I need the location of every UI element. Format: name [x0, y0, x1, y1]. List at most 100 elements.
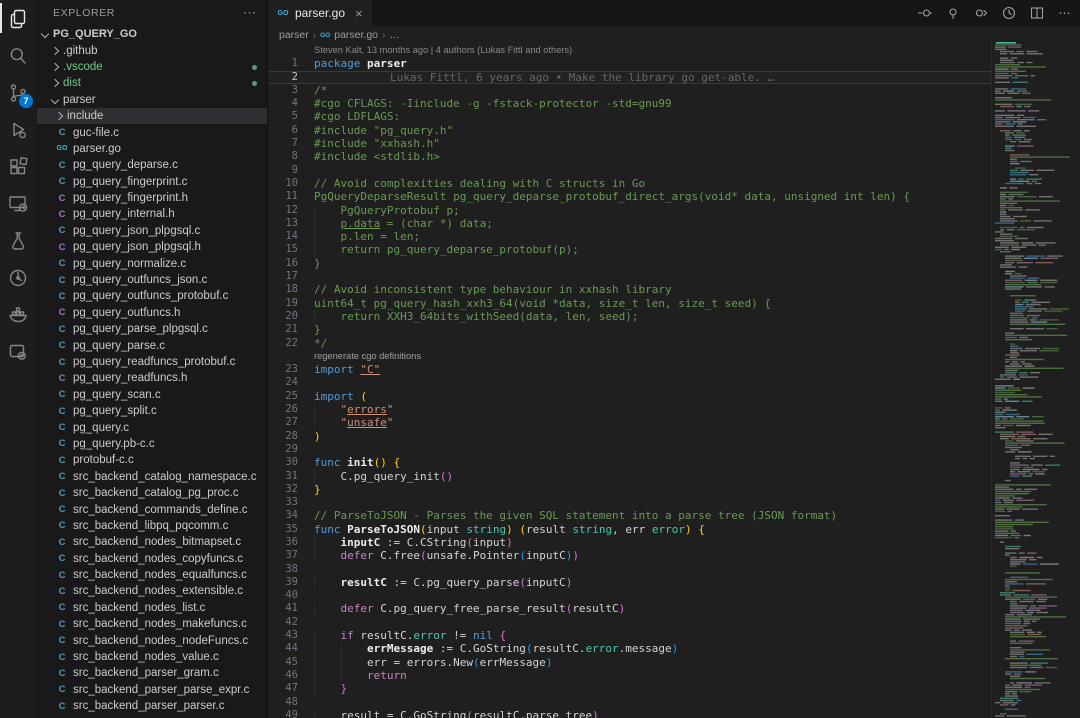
gitlens-graph-icon[interactable]	[944, 4, 962, 22]
tree-item-src-backend-nodes-value-c[interactable]: Csrc_backend_nodes_value.c	[37, 649, 267, 665]
remote-explorer-icon[interactable]	[0, 185, 36, 222]
tree-item-src-backend-parser-gram-c[interactable]: Csrc_backend_parser_gram.c	[37, 665, 267, 681]
code-line[interactable]: 40	[268, 589, 992, 602]
tree-item--vscode[interactable]: .vscode	[37, 59, 267, 75]
code-line[interactable]: 26 "errors"	[268, 403, 992, 416]
code-line[interactable]: 22*/	[268, 337, 992, 350]
code-line[interactable]: 16}	[268, 257, 992, 270]
code-line[interactable]: 29	[268, 443, 992, 456]
gitlens-compare-icon[interactable]	[916, 4, 934, 22]
code-line[interactable]: 19uint64_t pg_query_hash_xxh3_64(void *d…	[268, 297, 992, 310]
code-line[interactable]: 36 inputC := C.CString(input)	[268, 536, 992, 549]
code-line[interactable]: 3/*	[268, 84, 992, 97]
code-line[interactable]: 20 return XXH3_64bits_withSeed(data, len…	[268, 310, 992, 323]
tree-item-pg-query-parse-plpgsql-c[interactable]: Cpg_query_parse_plpgsql.c	[37, 321, 267, 337]
tree-item-pg-query-outfuncs-json-c[interactable]: Cpg_query_outfuncs_json.c	[37, 272, 267, 288]
code-line[interactable]: 6#include "pg_query.h"	[268, 124, 992, 137]
code-line[interactable]: 12 PgQueryProtobuf p;	[268, 204, 992, 217]
code-line[interactable]: 44 errMessage := C.GoString(resultC.erro…	[268, 642, 992, 655]
tree-item-pg-query-fingerprint-h[interactable]: Cpg_query_fingerprint.h	[37, 190, 267, 206]
breadcrumb-symbol[interactable]: …	[389, 29, 400, 41]
tree-item-guc-file-c[interactable]: Cguc-file.c	[37, 124, 267, 140]
tree-item-src-backend-nodes-equalfuncs-c[interactable]: Csrc_backend_nodes_equalfuncs.c	[37, 567, 267, 583]
tree-item-parser-go[interactable]: GOparser.go	[37, 141, 267, 157]
source-control-icon[interactable]: 7	[0, 74, 36, 111]
codelens[interactable]: regenerate cgo definitions	[268, 350, 992, 363]
tree-item-src-backend-nodes-nodefuncs-c[interactable]: Csrc_backend_nodes_nodeFuncs.c	[37, 632, 267, 648]
gitlens-commit-icon[interactable]	[972, 4, 990, 22]
tree-item-dist[interactable]: dist	[37, 75, 267, 91]
tree-item-pg-query-readfuncs-protobuf-c[interactable]: Cpg_query_readfuncs_protobuf.c	[37, 354, 267, 370]
tree-item-pg-query-internal-h[interactable]: Cpg_query_internal.h	[37, 206, 267, 222]
code-line[interactable]: 23import "C"	[268, 363, 992, 376]
code-line[interactable]: 2Lukas Fittl, 6 years ago • Make the lib…	[268, 71, 992, 84]
code-line[interactable]: 43 if resultC.error != nil {	[268, 629, 992, 642]
tree-item-include[interactable]: include	[37, 108, 267, 124]
tree-item-pg-query-c[interactable]: Cpg_query.c	[37, 419, 267, 435]
code-line[interactable]: 18// Avoid inconsistent type behaviour i…	[268, 283, 992, 296]
docker-icon[interactable]	[0, 296, 36, 333]
code-line[interactable]: 31 C.pg_query_init()	[268, 470, 992, 483]
code-line[interactable]: 17	[268, 270, 992, 283]
code-line[interactable]: 5#cgo LDFLAGS:	[268, 110, 992, 123]
code-line[interactable]: 15 return pg_query_deparse_protobuf(p);	[268, 243, 992, 256]
tree-item-pg-query-readfuncs-h[interactable]: Cpg_query_readfuncs.h	[37, 370, 267, 386]
tree-item-src-backend-nodes-list-c[interactable]: Csrc_backend_nodes_list.c	[37, 600, 267, 616]
code-line[interactable]: 49 result = C.GoString(resultC.parse_tre…	[268, 709, 992, 718]
testing-icon[interactable]	[0, 222, 36, 259]
code-editor[interactable]: Steven Kalt, 13 months ago | 4 authors (…	[268, 44, 992, 718]
code-line[interactable]: 8#include <stdlib.h>	[268, 150, 992, 163]
code-line[interactable]: 30func init() {	[268, 456, 992, 469]
code-line[interactable]: 32}	[268, 483, 992, 496]
code-line[interactable]: 24	[268, 376, 992, 389]
tree-item-src-backend-parser-parser-c[interactable]: Csrc_backend_parser_parser.c	[37, 698, 267, 714]
run-and-debug-icon[interactable]	[0, 111, 36, 148]
tree-item-pg-query-go[interactable]: PG_QUERY_GO	[37, 26, 267, 42]
tree-item-pg-query-normalize-c[interactable]: Cpg_query_normalize.c	[37, 255, 267, 271]
explorer-icon[interactable]	[0, 0, 36, 37]
code-line[interactable]: 37 defer C.free(unsafe.Pointer(inputC))	[268, 549, 992, 562]
tree-item-src-backend-parser-parse-expr-c[interactable]: Csrc_backend_parser_parse_expr.c	[37, 682, 267, 698]
code-line[interactable]: 27 "unsafe"	[268, 416, 992, 429]
code-line[interactable]: 4#cgo CFLAGS: -Iinclude -g -fstack-prote…	[268, 97, 992, 110]
explorer-more-actions-icon[interactable]: ⋯	[243, 5, 257, 21]
tree-item-src-backend-commands-define-c[interactable]: Csrc_backend_commands_define.c	[37, 501, 267, 517]
search-icon[interactable]	[0, 37, 36, 74]
code-line[interactable]: 1package parser	[268, 57, 992, 70]
code-line[interactable]: 46 return	[268, 669, 992, 682]
tree-item-src-backend-catalog-namespace-c[interactable]: Csrc_backend_catalog_namespace.c	[37, 469, 267, 485]
code-line[interactable]: 14 p.len = len;	[268, 230, 992, 243]
tree-item-src-backend-libpq-pqcomm-c[interactable]: Csrc_backend_libpq_pqcomm.c	[37, 518, 267, 534]
code-line[interactable]: 9	[268, 164, 992, 177]
tree-item-pg-query-outfuncs-protobuf-c[interactable]: Cpg_query_outfuncs_protobuf.c	[37, 288, 267, 304]
tree-item-protobuf-c-c[interactable]: Cprotobuf-c.c	[37, 452, 267, 468]
code-line[interactable]: 39 resultC := C.pg_query_parse(inputC)	[268, 576, 992, 589]
code-line[interactable]: 13 p.data = (char *) data;	[268, 217, 992, 230]
extensions-icon[interactable]	[0, 148, 36, 185]
split-editor-icon[interactable]	[1028, 4, 1046, 22]
tab-parser-go[interactable]: GO parser.go ×	[268, 0, 373, 26]
tree-item-pg-query-deparse-c[interactable]: Cpg_query_deparse.c	[37, 157, 267, 173]
close-icon[interactable]: ×	[355, 7, 363, 20]
more-actions-icon[interactable]: ⋯	[1056, 4, 1074, 22]
gitlens-icon[interactable]	[0, 259, 36, 296]
tree-item-pg-query-parse-c[interactable]: Cpg_query_parse.c	[37, 337, 267, 353]
code-line[interactable]: 47 }	[268, 682, 992, 695]
tree-item-src-backend-nodes-bitmapset-c[interactable]: Csrc_backend_nodes_bitmapset.c	[37, 534, 267, 550]
breadcrumb-file[interactable]: parser.go	[334, 29, 378, 41]
tree-item-pg-query-json-plpgsql-h[interactable]: Cpg_query_json_plpgsql.h	[37, 239, 267, 255]
code-line[interactable]: 7#include "xxhash.h"	[268, 137, 992, 150]
code-line[interactable]: 28)	[268, 430, 992, 443]
code-line[interactable]: 48	[268, 696, 992, 709]
code-line[interactable]: 34// ParseToJSON - Parses the given SQL …	[268, 509, 992, 522]
code-line[interactable]: 41 defer C.pg_query_free_parse_result(re…	[268, 602, 992, 615]
code-line[interactable]: 10// Avoid complexities dealing with C s…	[268, 177, 992, 190]
tree-item-pg-query-split-c[interactable]: Cpg_query_split.c	[37, 403, 267, 419]
breadcrumb-folder[interactable]: parser	[279, 29, 309, 41]
tree-item-pg-query-json-plpgsql-c[interactable]: Cpg_query_json_plpgsql.c	[37, 223, 267, 239]
timeline-icon[interactable]	[1000, 4, 1018, 22]
tree-item-src-backend-nodes-makefuncs-c[interactable]: Csrc_backend_nodes_makefuncs.c	[37, 616, 267, 632]
tree-item-pg-query-pb-c-c[interactable]: Cpg_query.pb-c.c	[37, 436, 267, 452]
settings-tools-icon[interactable]	[0, 333, 36, 370]
tree-item-pg-query-outfuncs-h[interactable]: Cpg_query_outfuncs.h	[37, 305, 267, 321]
